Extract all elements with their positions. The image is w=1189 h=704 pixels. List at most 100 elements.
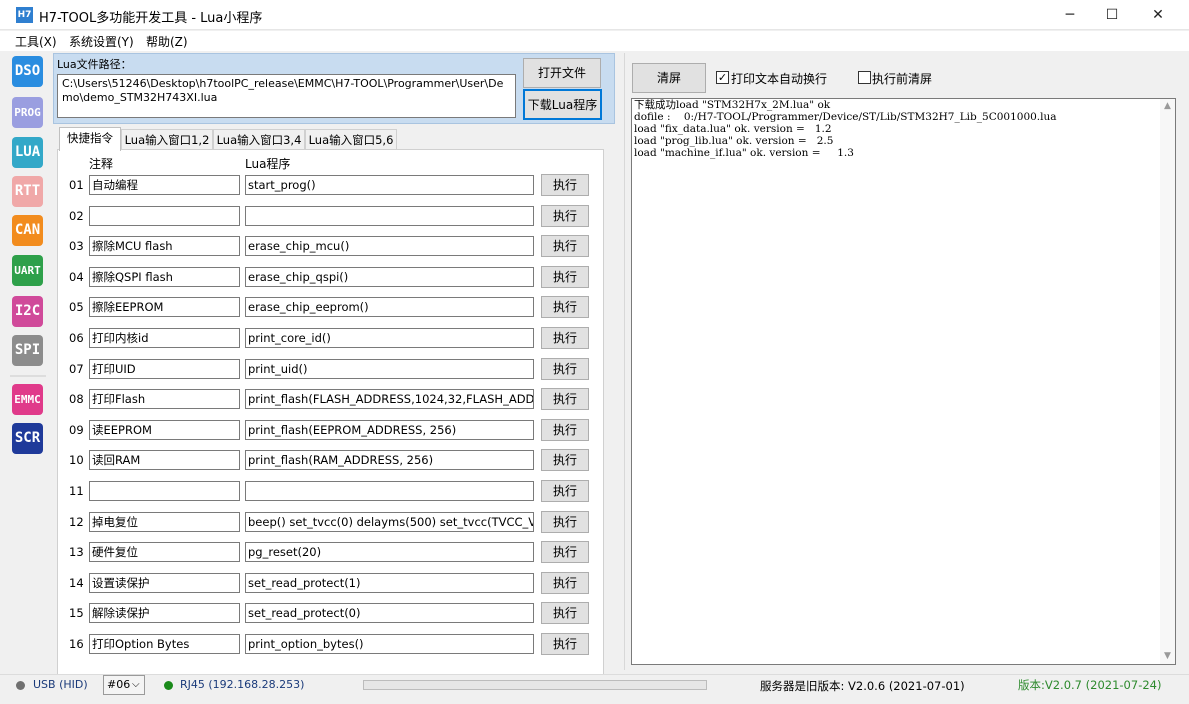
lua-command-field[interactable]: [245, 206, 534, 226]
comment-field[interactable]: [89, 206, 240, 226]
can-icon[interactable]: CAN: [12, 215, 43, 246]
log-line: load "prog_lib.lua" ok. version = 2.5: [634, 135, 834, 147]
execute-button[interactable]: 执行: [541, 205, 589, 227]
comment-field[interactable]: 读回RAM: [89, 450, 240, 470]
tab-lua-input-1-2[interactable]: Lua输入窗口1,2: [121, 129, 213, 150]
lua-command-field[interactable]: erase_chip_mcu(): [245, 236, 534, 256]
progress-bar: [363, 680, 707, 690]
window-title: H7-TOOL多功能开发工具 - Lua小程序: [39, 11, 263, 26]
execute-button[interactable]: 执行: [541, 419, 589, 441]
app-version-label: 版本:V2.0.7 (2021-07-24): [1018, 678, 1162, 692]
output-log[interactable]: 下载成功load "STM32H7x_2M.lua" ok dofile : 0:…: [631, 98, 1176, 665]
row-number: 07: [69, 362, 84, 376]
row-number: 02: [69, 209, 84, 223]
usb-connection-label[interactable]: USB (HID): [33, 678, 88, 691]
lua-command-field[interactable]: print_flash(RAM_ADDRESS, 256): [245, 450, 534, 470]
lua-path-label: Lua文件路径：: [57, 58, 132, 71]
comment-field[interactable]: 设置读保护: [89, 573, 240, 593]
comment-field[interactable]: 擦除MCU flash: [89, 236, 240, 256]
column-header-comment: 注释: [89, 157, 114, 171]
lua-command-field[interactable]: [245, 481, 534, 501]
execute-button[interactable]: 执行: [541, 572, 589, 594]
close-button[interactable]: ✕: [1135, 0, 1181, 30]
lua-command-field[interactable]: print_flash(EEPROM_ADDRESS, 256): [245, 420, 534, 440]
menu-system-settings[interactable]: 系统设置(Y): [69, 33, 134, 50]
menu-tools[interactable]: 工具(X): [15, 33, 57, 50]
execute-button[interactable]: 执行: [541, 388, 589, 410]
lua-command-field[interactable]: print_uid(): [245, 359, 534, 379]
execute-button[interactable]: 执行: [541, 266, 589, 288]
comment-field[interactable]: 擦除QSPI flash: [89, 267, 240, 287]
open-file-button[interactable]: 打开文件: [523, 58, 601, 88]
comment-field[interactable]: 打印UID: [89, 359, 240, 379]
uart-icon[interactable]: UART: [12, 255, 43, 286]
comment-field[interactable]: 擦除EEPROM: [89, 297, 240, 317]
network-connection-label[interactable]: RJ45 (192.168.28.253): [180, 678, 304, 691]
execute-button[interactable]: 执行: [541, 235, 589, 257]
comment-field[interactable]: 自动编程: [89, 175, 240, 195]
lua-icon[interactable]: LUA: [12, 137, 43, 168]
execute-button[interactable]: 执行: [541, 511, 589, 533]
comment-field[interactable]: 硬件复位: [89, 542, 240, 562]
lua-command-field[interactable]: pg_reset(20): [245, 542, 534, 562]
tab-lua-input-5-6[interactable]: Lua输入窗口5,6: [305, 129, 397, 150]
comment-field[interactable]: 打印Flash: [89, 389, 240, 409]
row-number: 11: [69, 484, 84, 498]
row-number: 16: [69, 637, 84, 651]
download-lua-button[interactable]: 下载Lua程序: [523, 89, 602, 120]
dso-icon[interactable]: DSO: [12, 56, 43, 87]
lua-command-field[interactable]: erase_chip_qspi(): [245, 267, 534, 287]
scroll-up-icon[interactable]: ▲: [1160, 99, 1175, 114]
clear-before-run-label: 执行前清屏: [872, 72, 933, 86]
execute-button[interactable]: 执行: [541, 480, 589, 502]
comment-field[interactable]: 打印内核id: [89, 328, 240, 348]
execute-button[interactable]: 执行: [541, 296, 589, 318]
lua-command-field[interactable]: print_option_bytes(): [245, 634, 534, 654]
prog-icon[interactable]: PROG: [12, 97, 43, 128]
comment-field[interactable]: 掉电复位: [89, 512, 240, 532]
log-scrollbar[interactable]: [1160, 99, 1175, 664]
comment-field[interactable]: 解除读保护: [89, 603, 240, 623]
comment-field[interactable]: 读EEPROM: [89, 420, 240, 440]
execute-button[interactable]: 执行: [541, 174, 589, 196]
maximize-button[interactable]: ☐: [1089, 0, 1135, 30]
scr-icon[interactable]: SCR: [12, 423, 43, 454]
comment-field[interactable]: 打印Option Bytes: [89, 634, 240, 654]
device-port-select[interactable]: #06 ⌵: [103, 675, 145, 695]
lua-command-field[interactable]: beep() set_tvcc(0) delayms(500) set_tvcc…: [245, 512, 534, 532]
lua-command-field[interactable]: set_read_protect(1): [245, 573, 534, 593]
lua-command-field[interactable]: set_read_protect(0): [245, 603, 534, 623]
execute-button[interactable]: 执行: [541, 602, 589, 624]
row-number: 10: [69, 453, 84, 467]
rtt-icon[interactable]: RTT: [12, 176, 43, 207]
auto-wrap-checkbox[interactable]: ✓: [716, 71, 729, 84]
usb-status-indicator: [16, 681, 25, 690]
log-line: 下载成功load "STM32H7x_2M.lua" ok: [634, 99, 831, 111]
comment-field[interactable]: [89, 481, 240, 501]
minimize-button[interactable]: ─: [1047, 0, 1093, 30]
execute-button[interactable]: 执行: [541, 358, 589, 380]
lua-command-field[interactable]: print_core_id(): [245, 328, 534, 348]
row-number: 08: [69, 392, 84, 406]
tab-lua-input-3-4[interactable]: Lua输入窗口3,4: [213, 129, 305, 150]
execute-button[interactable]: 执行: [541, 327, 589, 349]
clear-screen-button[interactable]: 清屏: [632, 63, 706, 93]
scroll-down-icon[interactable]: ▼: [1160, 649, 1175, 664]
lua-command-field[interactable]: start_prog(): [245, 175, 534, 195]
execute-button[interactable]: 执行: [541, 449, 589, 471]
spi-icon[interactable]: SPI: [12, 335, 43, 366]
i2c-icon[interactable]: I2C: [12, 296, 43, 327]
network-status-indicator: [164, 681, 173, 690]
execute-button[interactable]: 执行: [541, 541, 589, 563]
log-line: load "machine_if.lua" ok. version = 1.3: [634, 147, 854, 159]
app-icon: H7: [16, 7, 33, 23]
lua-command-field[interactable]: erase_chip_eeprom(): [245, 297, 534, 317]
menu-help[interactable]: 帮助(Z): [146, 33, 188, 50]
clear-before-run-checkbox[interactable]: [858, 71, 871, 84]
emmc-icon[interactable]: EMMC: [12, 384, 43, 415]
execute-button[interactable]: 执行: [541, 633, 589, 655]
row-number: 12: [69, 515, 84, 529]
lua-command-field[interactable]: print_flash(FLASH_ADDRESS,1024,32,FLASH_…: [245, 389, 534, 409]
tab-quick-commands[interactable]: 快捷指令: [59, 127, 121, 151]
lua-path-field[interactable]: C:\Users\51246\Desktop\h7toolPC_release\…: [57, 74, 516, 118]
